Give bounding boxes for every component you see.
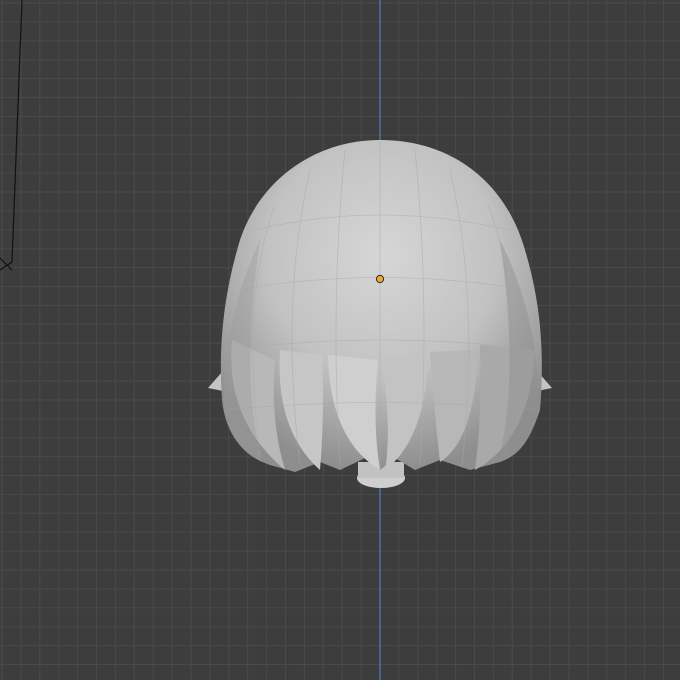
viewport-canvas[interactable] <box>0 0 680 680</box>
3d-viewport[interactable] <box>0 0 680 680</box>
object-origin-dot[interactable] <box>375 274 385 284</box>
